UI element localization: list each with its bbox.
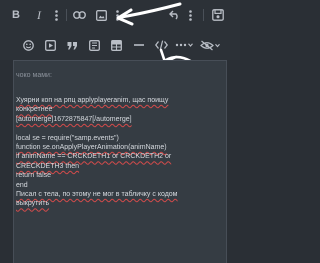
text-line: CRECKDETH3 then <box>16 162 80 170</box>
image-icon <box>95 9 107 21</box>
code-icon <box>154 40 168 50</box>
text-line: [automerge]1672875847[/automerge] <box>16 115 132 123</box>
save-draft-button[interactable] <box>211 8 225 22</box>
quote-author: чоко мами: <box>16 72 52 79</box>
editor-toolbar-primary: B I <box>0 0 240 30</box>
more-options-icon <box>175 43 193 47</box>
more-text-options-button[interactable] <box>53 8 59 22</box>
more-vertical-icon <box>54 9 58 21</box>
text-line: local se = require("samp.events") <box>16 134 119 142</box>
more-vertical-icon <box>115 9 119 21</box>
quote-icon <box>67 41 77 49</box>
text-line: Писал с тела, по этому не мог в табличку… <box>16 191 178 199</box>
table-icon <box>110 39 122 51</box>
editor-toolbar-secondary <box>0 30 240 60</box>
insert-quote-button[interactable] <box>66 38 78 52</box>
editor-content: Хуярни коп на рпц applyplayeranim, щас п… <box>16 96 224 209</box>
empty-line <box>16 124 224 133</box>
undo-icon <box>169 10 178 20</box>
insert-horizontal-rule-button[interactable] <box>133 38 145 52</box>
bold-icon: B <box>12 8 20 21</box>
text-line: if animName == CRCKDETH1 or CRCKDETH2 or <box>16 153 172 161</box>
more-vertical-icon <box>188 9 192 21</box>
link-icon <box>72 11 86 19</box>
media-icon <box>44 39 56 51</box>
bold-button[interactable]: B <box>10 8 22 22</box>
text-line: конкретнее <box>16 106 53 114</box>
preview-toggle-button[interactable] <box>199 38 221 52</box>
undo-button[interactable] <box>168 8 182 22</box>
emoji-icon <box>22 39 34 51</box>
text-line: end <box>16 181 28 189</box>
insert-link-button[interactable] <box>72 8 86 22</box>
insert-code-button[interactable] <box>154 38 168 52</box>
text-line: function se.onApplyPlayerAnimation(animN… <box>16 144 167 152</box>
insert-spoiler-button[interactable] <box>88 38 100 52</box>
insert-image-button[interactable] <box>95 8 107 22</box>
more-options-button[interactable] <box>174 38 194 52</box>
save-draft-icon <box>212 9 224 21</box>
text-line: Хуярни коп на рпц applyplayeranim, щас п… <box>16 97 169 104</box>
spoiler-icon <box>88 39 100 51</box>
insert-table-button[interactable] <box>110 38 122 52</box>
insert-media-button[interactable] <box>44 38 56 52</box>
horizontal-rule-icon <box>134 44 144 46</box>
toolbar-separator <box>66 9 67 21</box>
more-insert-options-button[interactable] <box>114 8 120 22</box>
italic-button[interactable]: I <box>33 8 45 22</box>
italic-icon: I <box>37 8 41 22</box>
preview-icon <box>199 40 220 50</box>
toolbar-separator <box>203 9 204 21</box>
more-history-options-button[interactable] <box>187 8 193 22</box>
text-line: выкрутить <box>16 200 50 208</box>
text-line: return false <box>16 172 52 180</box>
insert-emoji-button[interactable] <box>22 38 34 52</box>
